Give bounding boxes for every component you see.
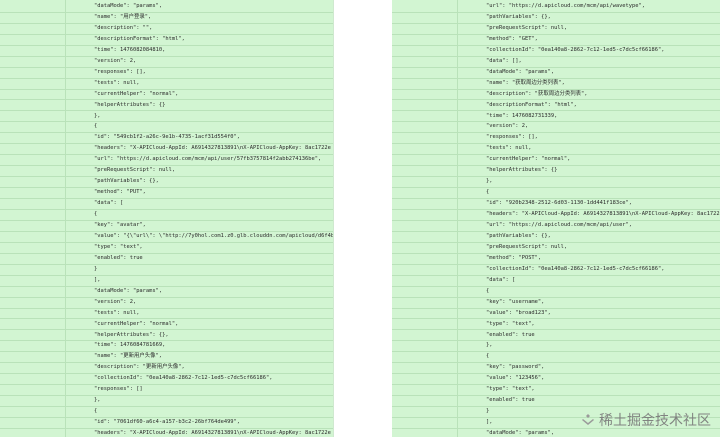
watermark-text: 稀土掘金技术社区 [599, 413, 711, 429]
line-gutter [392, 427, 458, 437]
panel-divider [333, 0, 334, 437]
code-text: "dataMode": "params", [486, 430, 555, 437]
code-panel-right: "url": "https://d.apicloud.com/mcm/api/w… [392, 0, 720, 437]
watermark: 稀土掘金技术社区 [581, 410, 711, 430]
line-gutter [0, 427, 66, 437]
code-text: "headers": "X-APICloud-AppId: A691432781… [94, 430, 331, 437]
code-line: "headers": "X-APICloud-AppId: A691432781… [0, 427, 333, 437]
code-panel-left: "dataMode": "params", "name": "用户登录", "des… [0, 0, 333, 437]
juejin-logo-icon [582, 414, 594, 425]
